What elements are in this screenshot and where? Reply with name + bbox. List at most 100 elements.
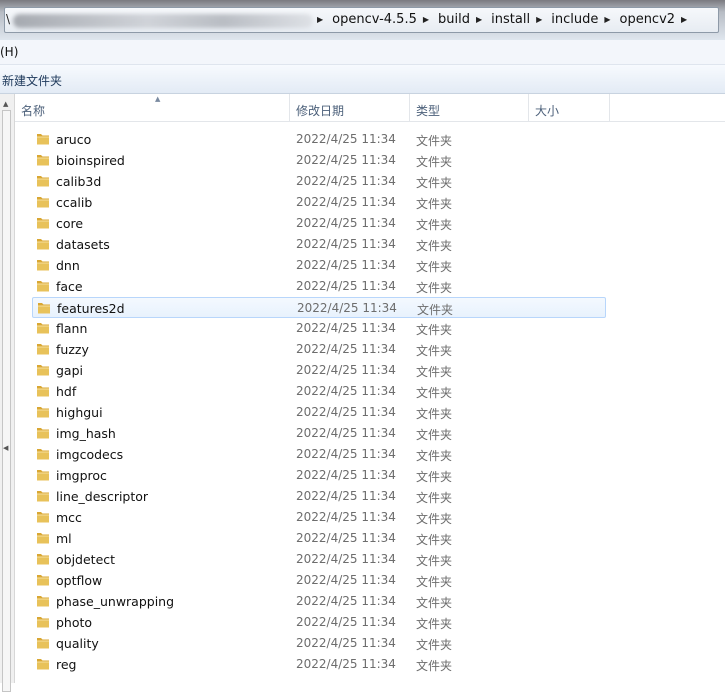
file-row[interactable]: line_descriptor 2022/4/25 11:34 文件夹 bbox=[32, 486, 606, 507]
column-type[interactable]: 类型 bbox=[410, 94, 529, 121]
chevron-right-icon[interactable]: ▶ bbox=[476, 15, 482, 24]
file-name: bioinspired bbox=[56, 153, 125, 168]
breadcrumb-opencv2[interactable]: opencv2 bbox=[617, 12, 677, 27]
file-type: 文件夹 bbox=[416, 218, 453, 232]
file-date: 2022/4/25 11:34 bbox=[296, 447, 396, 461]
scroll-handle-icon[interactable]: ◀ bbox=[3, 444, 8, 452]
file-row[interactable]: aruco 2022/4/25 11:34 文件夹 bbox=[32, 129, 606, 150]
file-name: mcc bbox=[56, 510, 82, 525]
file-row[interactable]: highgui 2022/4/25 11:34 文件夹 bbox=[32, 402, 606, 423]
file-type: 文件夹 bbox=[416, 407, 453, 421]
new-folder-button[interactable]: 新建文件夹 bbox=[2, 72, 62, 89]
folder-icon bbox=[37, 176, 49, 187]
file-type: 文件夹 bbox=[416, 470, 453, 484]
file-row[interactable]: flann 2022/4/25 11:34 文件夹 bbox=[32, 318, 606, 339]
file-name: objdetect bbox=[56, 552, 116, 567]
breadcrumb-build[interactable]: build bbox=[436, 12, 472, 27]
file-row[interactable]: ml 2022/4/25 11:34 文件夹 bbox=[32, 528, 606, 549]
file-row[interactable]: face 2022/4/25 11:34 文件夹 bbox=[32, 276, 606, 297]
file-row[interactable]: photo 2022/4/25 11:34 文件夹 bbox=[32, 612, 606, 633]
column-name[interactable]: 名称 ▲ bbox=[15, 94, 290, 121]
chevron-right-icon[interactable]: ▶ bbox=[423, 15, 429, 24]
file-row[interactable]: ccalib 2022/4/25 11:34 文件夹 bbox=[32, 192, 606, 213]
file-date: 2022/4/25 11:34 bbox=[296, 468, 396, 482]
folder-icon bbox=[37, 659, 49, 670]
file-row[interactable]: objdetect 2022/4/25 11:34 文件夹 bbox=[32, 549, 606, 570]
file-row[interactable]: imgproc 2022/4/25 11:34 文件夹 bbox=[32, 465, 606, 486]
file-type: 文件夹 bbox=[417, 303, 454, 317]
folder-icon bbox=[37, 218, 49, 229]
chevron-right-icon[interactable]: ▶ bbox=[681, 15, 687, 24]
file-type: 文件夹 bbox=[416, 260, 453, 274]
chevron-right-icon[interactable]: ▶ bbox=[317, 15, 323, 24]
file-row[interactable]: calib3d 2022/4/25 11:34 文件夹 bbox=[32, 171, 606, 192]
file-type: 文件夹 bbox=[416, 365, 453, 379]
address-bar-area: \ ▶ opencv-4.5.5 ▶ build ▶ install ▶ inc… bbox=[0, 0, 725, 40]
folder-icon bbox=[37, 449, 49, 460]
breadcrumb-install[interactable]: install bbox=[489, 12, 532, 27]
file-type: 文件夹 bbox=[416, 155, 453, 169]
folder-icon bbox=[37, 281, 49, 292]
file-row[interactable]: hdf 2022/4/25 11:34 文件夹 bbox=[32, 381, 606, 402]
file-row[interactable]: bioinspired 2022/4/25 11:34 文件夹 bbox=[32, 150, 606, 171]
file-type: 文件夹 bbox=[416, 596, 453, 610]
folder-icon bbox=[37, 554, 49, 565]
column-size[interactable]: 大小 bbox=[529, 94, 610, 121]
file-type: 文件夹 bbox=[416, 239, 453, 253]
scroll-up-icon[interactable]: ▲ bbox=[3, 100, 8, 108]
file-name: hdf bbox=[56, 384, 77, 399]
file-date: 2022/4/25 11:34 bbox=[296, 258, 396, 272]
breadcrumb-include[interactable]: include bbox=[549, 12, 600, 27]
file-name: reg bbox=[56, 657, 77, 672]
folder-icon bbox=[37, 533, 49, 544]
file-date: 2022/4/25 11:34 bbox=[296, 405, 396, 419]
file-date: 2022/4/25 11:34 bbox=[296, 594, 396, 608]
column-size-label: 大小 bbox=[535, 104, 560, 118]
menu-bar: (H) bbox=[0, 40, 725, 65]
file-type: 文件夹 bbox=[416, 449, 453, 463]
file-date: 2022/4/25 11:34 bbox=[296, 216, 396, 230]
folder-icon bbox=[37, 575, 49, 586]
folder-icon bbox=[37, 638, 49, 649]
file-name: photo bbox=[56, 615, 93, 630]
file-row[interactable]: optflow 2022/4/25 11:34 文件夹 bbox=[32, 570, 606, 591]
file-name: dnn bbox=[56, 258, 80, 273]
command-toolbar: 新建文件夹 bbox=[0, 65, 725, 94]
file-row[interactable]: mcc 2022/4/25 11:34 文件夹 bbox=[32, 507, 606, 528]
column-modified-label: 修改日期 bbox=[296, 104, 345, 118]
file-date: 2022/4/25 11:34 bbox=[296, 321, 396, 335]
file-name: imgproc bbox=[56, 468, 107, 483]
file-date: 2022/4/25 11:34 bbox=[296, 510, 396, 524]
file-date: 2022/4/25 11:34 bbox=[296, 426, 396, 440]
file-date: 2022/4/25 11:34 bbox=[296, 195, 396, 209]
file-row[interactable]: phase_unwrapping 2022/4/25 11:34 文件夹 bbox=[32, 591, 606, 612]
file-row[interactable]: reg 2022/4/25 11:34 文件夹 bbox=[32, 654, 606, 675]
breadcrumb-opencv-4-5-5[interactable]: opencv-4.5.5 bbox=[330, 12, 419, 27]
file-type: 文件夹 bbox=[416, 386, 453, 400]
file-row[interactable]: img_hash 2022/4/25 11:34 文件夹 bbox=[32, 423, 606, 444]
menu-help[interactable]: (H) bbox=[0, 45, 18, 59]
file-row[interactable]: features2d 2022/4/25 11:34 文件夹 bbox=[32, 297, 606, 318]
chevron-right-icon[interactable]: ▶ bbox=[604, 15, 610, 24]
file-type: 文件夹 bbox=[416, 617, 453, 631]
file-row[interactable]: core 2022/4/25 11:34 文件夹 bbox=[32, 213, 606, 234]
scrollbar-thumb[interactable] bbox=[2, 110, 11, 692]
folder-icon bbox=[37, 197, 49, 208]
file-row[interactable]: dnn 2022/4/25 11:34 文件夹 bbox=[32, 255, 606, 276]
file-row[interactable]: fuzzy 2022/4/25 11:34 文件夹 bbox=[32, 339, 606, 360]
file-name: optflow bbox=[56, 573, 103, 588]
sort-up-icon: ▲ bbox=[155, 95, 161, 103]
file-row[interactable]: gapi 2022/4/25 11:34 文件夹 bbox=[32, 360, 606, 381]
column-modified[interactable]: 修改日期 bbox=[290, 94, 410, 121]
file-name: face bbox=[56, 279, 83, 294]
navigation-pane-scrollbar[interactable]: ▲ ◀ bbox=[0, 94, 15, 692]
file-name: features2d bbox=[57, 301, 125, 316]
file-type: 文件夹 bbox=[416, 428, 453, 442]
address-field[interactable]: \ ▶ opencv-4.5.5 ▶ build ▶ install ▶ inc… bbox=[4, 7, 719, 33]
file-row[interactable]: imgcodecs 2022/4/25 11:34 文件夹 bbox=[32, 444, 606, 465]
file-row[interactable]: datasets 2022/4/25 11:34 文件夹 bbox=[32, 234, 606, 255]
chevron-right-icon[interactable]: ▶ bbox=[536, 15, 542, 24]
folder-icon bbox=[37, 134, 49, 145]
file-name: calib3d bbox=[56, 174, 102, 189]
file-row[interactable]: quality 2022/4/25 11:34 文件夹 bbox=[32, 633, 606, 654]
